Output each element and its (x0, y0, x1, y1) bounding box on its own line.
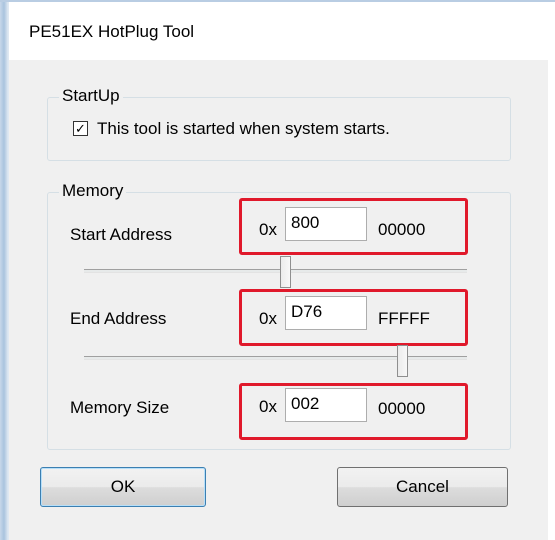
title-bar[interactable]: PE51EX HotPlug Tool (9, 2, 548, 60)
hotplug-dialog: PE51EX HotPlug Tool StartUp ✓ This tool … (9, 2, 548, 540)
memory-size-prefix: 0x (259, 397, 277, 416)
window-left-border (0, 0, 9, 540)
end-address-slider-thumb[interactable] (397, 345, 408, 377)
start-address-label: Start Address (70, 225, 173, 244)
window-title: PE51EX HotPlug Tool (29, 22, 195, 41)
end-address-prefix: 0x (259, 309, 277, 328)
memory-size-suffix: 00000 (378, 399, 426, 418)
start-address-suffix: 00000 (378, 220, 426, 239)
start-address-input[interactable]: 800 (285, 207, 367, 241)
end-address-suffix: FFFFF (378, 309, 430, 328)
start-address-slider-track[interactable] (84, 269, 467, 273)
end-address-slider-track[interactable] (84, 356, 467, 360)
end-address-label: End Address (70, 309, 167, 328)
memory-size-input[interactable]: 002 (285, 388, 367, 422)
memory-size-label: Memory Size (70, 398, 170, 417)
cancel-button[interactable]: Cancel (337, 467, 508, 507)
startup-checkbox-label[interactable]: This tool is started when system starts. (97, 119, 390, 139)
start-address-slider-thumb[interactable] (280, 256, 291, 288)
checkmark-icon: ✓ (75, 121, 86, 136)
memory-group-label: Memory (59, 181, 127, 201)
start-address-prefix: 0x (259, 220, 277, 239)
startup-group-label: StartUp (59, 86, 123, 106)
ok-button[interactable]: OK (40, 467, 206, 507)
end-address-input[interactable]: D76 (285, 296, 367, 330)
startup-checkbox[interactable]: ✓ (73, 121, 88, 136)
